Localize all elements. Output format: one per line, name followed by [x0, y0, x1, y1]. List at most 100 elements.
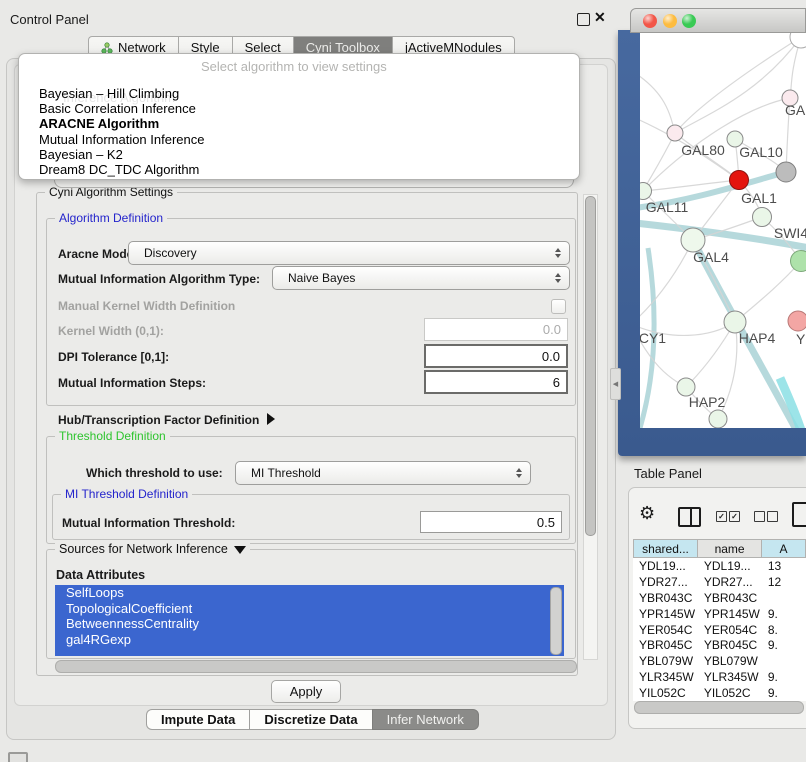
bottom-tab-impute-data[interactable]: Impute Data	[146, 709, 249, 730]
list-scrollbar[interactable]	[550, 587, 562, 655]
settings-hscrollbar[interactable]	[55, 660, 577, 673]
table-cell: 9.	[762, 606, 806, 622]
table-cell: YPR145W	[698, 606, 762, 622]
node-green-right[interactable]	[791, 251, 806, 272]
mi-threshold-field[interactable]: 0.5	[420, 511, 562, 533]
checked-box-icon[interactable]: ✓	[729, 511, 740, 522]
table-cell	[762, 653, 806, 669]
split-columns-icon[interactable]	[678, 507, 701, 527]
close-window-icon[interactable]	[643, 14, 657, 28]
expand-right-icon[interactable]	[267, 413, 275, 425]
table-row[interactable]: YDL19...YDL19...13	[633, 558, 806, 574]
attribute-item[interactable]: TopologicalCoefficient	[55, 601, 564, 617]
node-GAL80[interactable]	[667, 125, 683, 141]
checked-box-icon[interactable]: ✓	[716, 511, 727, 522]
table-cell: 9.	[762, 637, 806, 653]
which-threshold-select[interactable]: MI Threshold	[235, 461, 531, 485]
table-cell: YBR045C	[698, 637, 762, 653]
node-GAL1[interactable]	[730, 171, 749, 190]
data-attributes-label: Data Attributes	[56, 568, 145, 582]
table-cell: 9.	[762, 685, 806, 701]
settings-scrollbar-thumb[interactable]	[585, 196, 596, 536]
node-salmon[interactable]	[788, 311, 806, 331]
node-label: HAP4	[739, 330, 776, 346]
table-row[interactable]: YDR27...YDR27...12	[633, 574, 806, 590]
column-header-name[interactable]: name	[698, 539, 762, 558]
aracne-mode-select[interactable]: Discovery	[128, 241, 570, 265]
unchecked-box-icon[interactable]	[767, 511, 778, 522]
float-panel-icon[interactable]	[577, 13, 590, 26]
sources-group-title: Sources for Network Inference	[55, 542, 250, 556]
kernel-width-field[interactable]: 0.0	[424, 318, 568, 341]
table-row[interactable]: YIL052CYIL052C9.	[633, 685, 806, 701]
node-top-right[interactable]	[790, 33, 806, 48]
mi-steps-field[interactable]: 6	[424, 370, 568, 394]
aracne-mode-label: Aracne Mode:	[58, 247, 137, 261]
mi-threshold-label: Mutual Information Threshold:	[62, 516, 235, 530]
algorithm-dropdown: Select algorithm to view settings Infere…	[18, 53, 580, 180]
node-label: Y	[796, 331, 806, 347]
node-table: shared...nameAYDL19...YDL19...13YDR27...…	[633, 539, 806, 701]
threshold-definition-title: Threshold Definition	[55, 429, 170, 443]
node-label: GAL1	[741, 190, 777, 206]
table-row[interactable]: YBR045CYBR045C9.	[633, 637, 806, 653]
minimized-panel-icon[interactable]	[8, 752, 28, 762]
attribute-item[interactable]: SelfLoops	[55, 585, 564, 601]
cyni-bottom-tabs: Impute DataDiscretize DataInfer Network	[146, 709, 479, 730]
minimize-window-icon[interactable]	[663, 14, 677, 28]
table-row[interactable]: YBR043CYBR043C	[633, 590, 806, 606]
control-panel-title: Control Panel	[10, 12, 89, 27]
dropdown-item[interactable]: Bayesian – K2	[23, 147, 575, 162]
table-cell: YPR145W	[633, 606, 698, 622]
zoom-window-icon[interactable]	[682, 14, 696, 28]
network-edge	[735, 261, 801, 322]
table-cell: YDR27...	[633, 574, 698, 590]
attribute-item[interactable]: gal4RGexp	[55, 632, 564, 648]
gear-icon[interactable]: ⚙	[639, 503, 655, 524]
table-hscrollbar[interactable]	[634, 701, 804, 714]
apply-button[interactable]: Apply	[271, 680, 341, 703]
close-panel-icon[interactable]: ✕	[594, 9, 606, 26]
stepper-icon	[511, 468, 527, 478]
bottom-tab-discretize-data[interactable]: Discretize Data	[249, 709, 371, 730]
file-icon[interactable]	[792, 502, 806, 527]
application-window: Control Panel ✕ NetworkStyleSelectCyni T…	[0, 0, 806, 762]
column-header-shared[interactable]: shared...	[633, 539, 698, 558]
node-SWI4[interactable]	[753, 208, 772, 227]
node-gray[interactable]	[776, 162, 796, 182]
bottom-tab-infer-network[interactable]: Infer Network	[372, 709, 479, 730]
mi-type-select[interactable]: Naive Bayes	[272, 266, 570, 290]
algorithm-definition-title: Algorithm Definition	[55, 211, 167, 225]
panel-splitter-handle[interactable]: ◀	[610, 368, 621, 400]
table-row[interactable]: YPR145WYPR145W9.	[633, 606, 806, 622]
table-panel-title: Table Panel	[634, 466, 702, 481]
node-label: GAL80	[681, 142, 725, 158]
unchecked-box-icon[interactable]	[754, 511, 765, 522]
network-canvas[interactable]: GALGAL80GAL10GAL1GAL11SWI4GAL4HAP4YGCY1H…	[640, 33, 806, 428]
node-label: GAL	[785, 102, 806, 118]
hub-definition-label[interactable]: Hub/Transcription Factor Definition	[58, 413, 275, 427]
column-header-A[interactable]: A	[762, 539, 806, 558]
network-edge	[643, 133, 675, 191]
table-cell: YER054C	[633, 622, 698, 638]
dropdown-item[interactable]: Bayesian – Hill Climbing	[23, 86, 575, 101]
table-cell: YIL052C	[633, 685, 698, 701]
dpi-tolerance-field[interactable]: 0.0	[424, 344, 568, 368]
manual-kernel-label: Manual Kernel Width Definition	[58, 299, 235, 313]
table-row[interactable]: YBL079WYBL079W	[633, 653, 806, 669]
table-row[interactable]: YLR345WYLR345W9.	[633, 669, 806, 685]
node-bottom-partial[interactable]	[709, 410, 727, 428]
network-edge	[640, 73, 675, 133]
manual-kernel-checkbox[interactable]	[551, 299, 566, 314]
dropdown-item[interactable]: Mutual Information Inference	[23, 132, 575, 147]
dropdown-item[interactable]: Dream8 DC_TDC Algorithm	[23, 162, 575, 177]
stepper-icon	[550, 248, 566, 258]
mi-threshold-group-title: MI Threshold Definition	[61, 487, 192, 501]
dropdown-item[interactable]: Basic Correlation Inference	[23, 101, 575, 116]
table-row[interactable]: YER054CYER054C8.	[633, 622, 806, 638]
table-cell: YBR043C	[633, 590, 698, 606]
attribute-item[interactable]: BetweennessCentrality	[55, 616, 564, 632]
collapse-down-icon[interactable]	[234, 546, 246, 554]
network-window-titlebar[interactable]	[630, 8, 806, 33]
dropdown-item[interactable]: ARACNE Algorithm	[23, 116, 575, 131]
